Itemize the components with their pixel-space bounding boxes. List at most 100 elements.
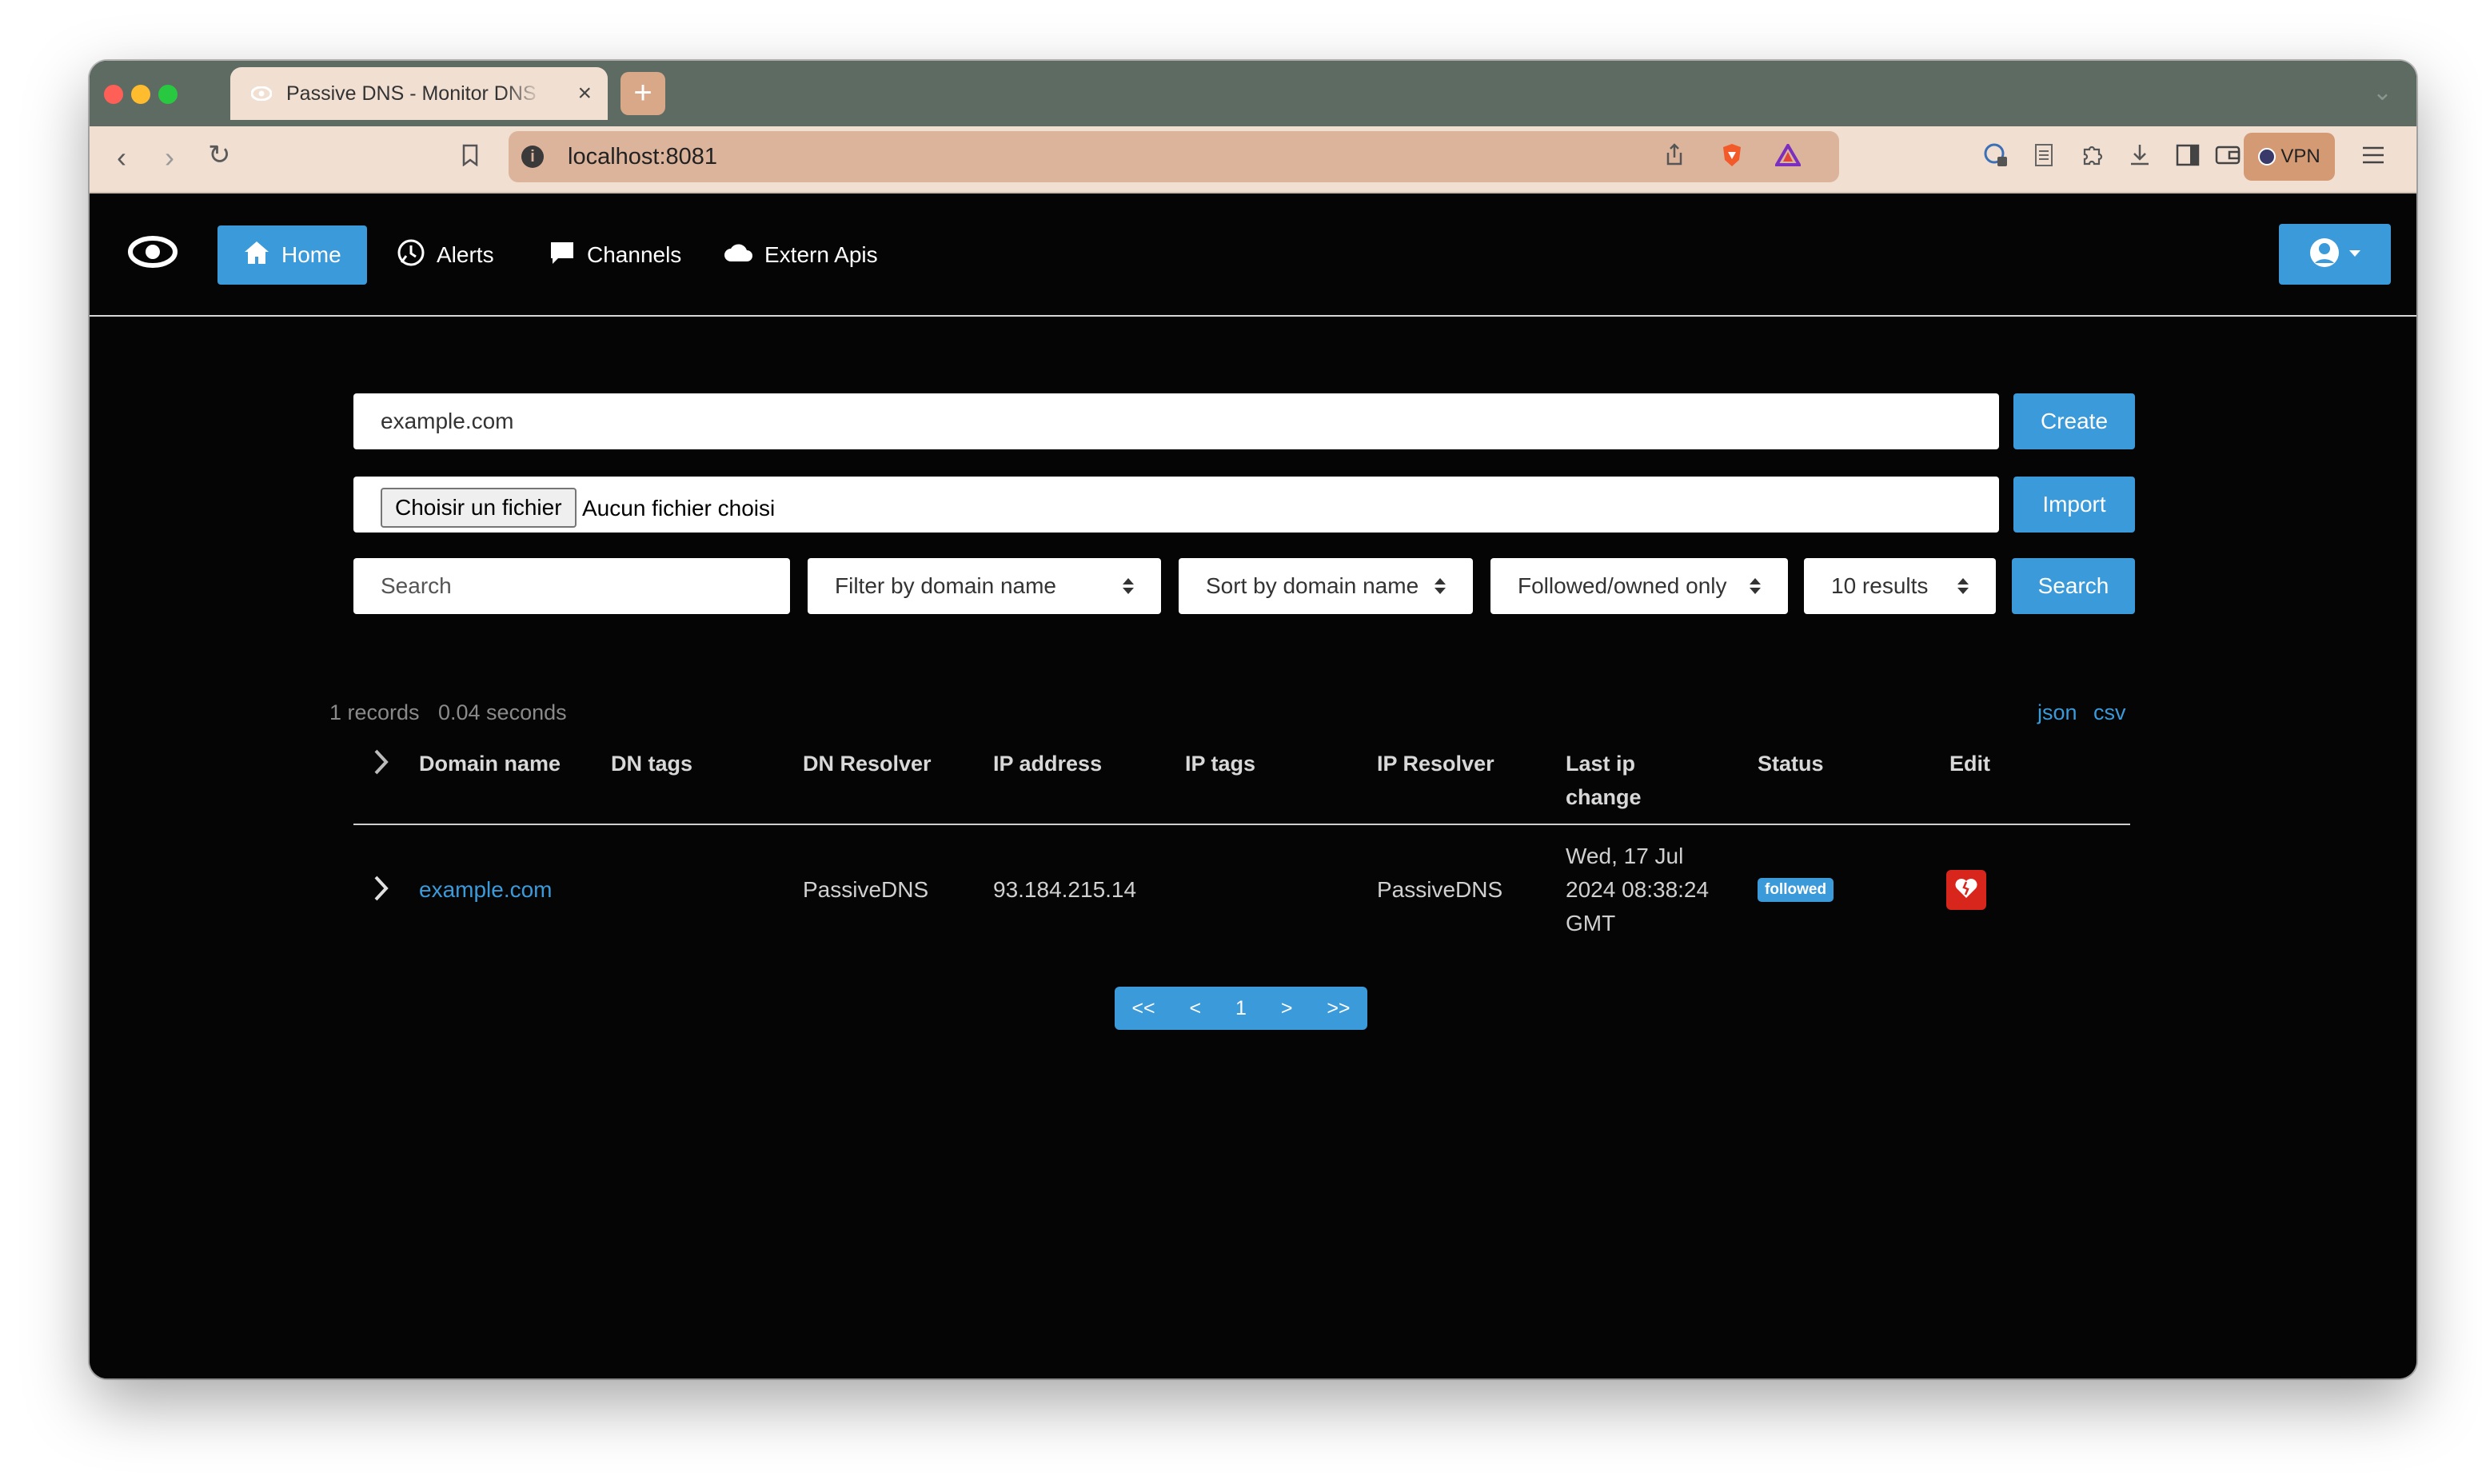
table-divider: [353, 824, 2130, 825]
page-current-button[interactable]: 1: [1235, 997, 1247, 1020]
tab-close-icon[interactable]: ×: [577, 80, 592, 107]
page-last-button[interactable]: >>: [1327, 997, 1350, 1020]
search-button[interactable]: Search: [2012, 558, 2135, 614]
reload-icon[interactable]: ↻: [208, 139, 231, 171]
brave-shields-icon[interactable]: [1718, 141, 1746, 170]
query-time: 0.04 seconds: [438, 700, 567, 724]
app-navbar: Home Alerts Channels Extern Apis: [90, 193, 2416, 317]
status-badge: followed: [1758, 878, 1834, 902]
filter-select[interactable]: Filter by domain name: [808, 558, 1161, 614]
row-ip-resolver: PassiveDNS: [1377, 877, 1503, 902]
eye-logo-icon[interactable]: [128, 235, 178, 273]
expand-all-chevron-icon[interactable]: [373, 748, 390, 785]
select-arrows-icon: [1123, 578, 1134, 594]
nav-alerts-label: Alerts: [437, 242, 494, 267]
select-arrows-icon: [1435, 578, 1446, 594]
file-upload-field: Choisir un fichier Aucun fichier choisi: [353, 477, 1999, 533]
search-input[interactable]: [353, 558, 790, 614]
nav-channels[interactable]: Channels: [549, 225, 681, 285]
search-field[interactable]: [353, 558, 790, 614]
downloads-icon[interactable]: [2125, 141, 2154, 170]
app-content: Home Alerts Channels Extern Apis example…: [90, 193, 2416, 1378]
cloud-icon: [723, 242, 753, 269]
address-bar[interactable]: i localhost:8081: [509, 131, 1839, 182]
limit-select[interactable]: 10 results: [1804, 558, 1996, 614]
domain-create-input[interactable]: [353, 393, 1999, 449]
th-dn-tags[interactable]: DN tags: [611, 747, 692, 780]
bookmark-icon[interactable]: [456, 141, 485, 170]
th-ip-tags[interactable]: IP tags: [1185, 747, 1255, 780]
nav-home[interactable]: Home: [217, 225, 367, 285]
tab-list-chevron-icon[interactable]: ⌄: [2372, 78, 2392, 106]
sort-select[interactable]: Sort by domain name: [1179, 558, 1473, 614]
browser-tab[interactable]: Passive DNS - Monitor DNS records ×: [230, 67, 608, 120]
th-ip-resolver[interactable]: IP Resolver: [1377, 747, 1494, 780]
select-arrows-icon: [1750, 578, 1761, 594]
page-first-button[interactable]: <<: [1131, 997, 1155, 1020]
browser-window: Passive DNS - Monitor DNS records × + ⌄ …: [90, 61, 2416, 1378]
user-menu-button[interactable]: [2279, 224, 2391, 285]
vpn-button[interactable]: VPN: [2244, 133, 2335, 181]
menu-hamburger-icon[interactable]: [2359, 141, 2388, 170]
th-edit: Edit: [1949, 752, 1990, 776]
share-icon[interactable]: [1660, 141, 1689, 170]
nav-extern-apis[interactable]: Extern Apis: [723, 225, 878, 285]
limit-select-value: 10 results: [1831, 573, 1929, 598]
nav-extern-apis-label: Extern Apis: [764, 242, 878, 267]
vpn-label: VPN: [2280, 146, 2320, 167]
export-json-link[interactable]: json: [2037, 700, 2077, 725]
file-status-text: Aucun fichier choisi: [582, 496, 776, 521]
chat-icon: [549, 240, 576, 271]
browser-toolbar: ‹ › ↻ i localhost:8081 VPN: [90, 126, 2416, 193]
row-last-change-line3: GMT: [1566, 911, 1616, 935]
tab-strip: Passive DNS - Monitor DNS records × + ⌄: [90, 61, 2416, 126]
sidebar-icon[interactable]: [2173, 141, 2202, 170]
create-button[interactable]: Create: [2013, 393, 2135, 449]
th-dn-resolver[interactable]: DN Resolver: [803, 747, 932, 780]
zoom-window-button[interactable]: [158, 85, 178, 104]
th-ip-address[interactable]: IP address: [993, 747, 1102, 780]
export-csv-link[interactable]: csv: [2093, 700, 2126, 725]
nav-alerts[interactable]: Alerts: [397, 225, 494, 285]
brave-rewards-icon[interactable]: [1774, 141, 1802, 170]
row-domain-link[interactable]: example.com: [419, 873, 553, 907]
filter-select-value: Filter by domain name: [835, 573, 1057, 598]
vpn-status-icon: [2258, 148, 2276, 166]
password-manager-icon[interactable]: [1981, 141, 2010, 170]
th-status[interactable]: Status: [1758, 747, 1824, 780]
records-count: 1 records: [329, 700, 420, 724]
row-last-change-line1: Wed, 17 Jul: [1566, 844, 1684, 868]
pagination: << < 1 > >>: [1115, 987, 1367, 1030]
row-ip-address: 93.184.215.14: [993, 877, 1137, 902]
minimize-window-button[interactable]: [131, 85, 150, 104]
row-expand-chevron-icon[interactable]: [373, 875, 390, 912]
edit-button[interactable]: [1946, 870, 1986, 910]
home-icon: [243, 240, 270, 271]
sort-select-value: Sort by domain name: [1206, 573, 1419, 598]
eye-favicon-icon: [251, 83, 272, 104]
forward-icon[interactable]: ›: [165, 141, 174, 174]
th-last-ip-change-line1[interactable]: Last ip: [1566, 747, 1635, 780]
scope-select-value: Followed/owned only: [1518, 573, 1727, 598]
extensions-icon[interactable]: [2077, 141, 2106, 170]
page-next-button[interactable]: >: [1281, 997, 1293, 1020]
wallet-icon[interactable]: [2213, 141, 2242, 170]
url-text[interactable]: localhost:8081: [568, 144, 717, 170]
heart-broken-icon: [1954, 877, 1978, 904]
th-domain-name[interactable]: Domain name: [419, 747, 561, 780]
alert-clock-icon: [397, 238, 425, 273]
th-last-ip-change-line2[interactable]: change: [1566, 780, 1642, 814]
reader-mode-icon[interactable]: [2029, 141, 2058, 170]
back-icon[interactable]: ‹: [117, 141, 126, 174]
nav-home-label: Home: [281, 242, 341, 267]
import-button[interactable]: Import: [2013, 477, 2135, 533]
domain-create-field[interactable]: [353, 393, 1999, 449]
page-prev-button[interactable]: <: [1190, 997, 1202, 1020]
new-tab-button[interactable]: +: [620, 72, 665, 115]
select-arrows-icon: [1957, 578, 1969, 594]
site-info-icon[interactable]: i: [521, 146, 544, 168]
scope-select[interactable]: Followed/owned only: [1490, 558, 1788, 614]
caret-down-icon: [2348, 247, 2361, 261]
choose-file-button[interactable]: Choisir un fichier: [381, 488, 577, 528]
close-window-button[interactable]: [104, 85, 123, 104]
